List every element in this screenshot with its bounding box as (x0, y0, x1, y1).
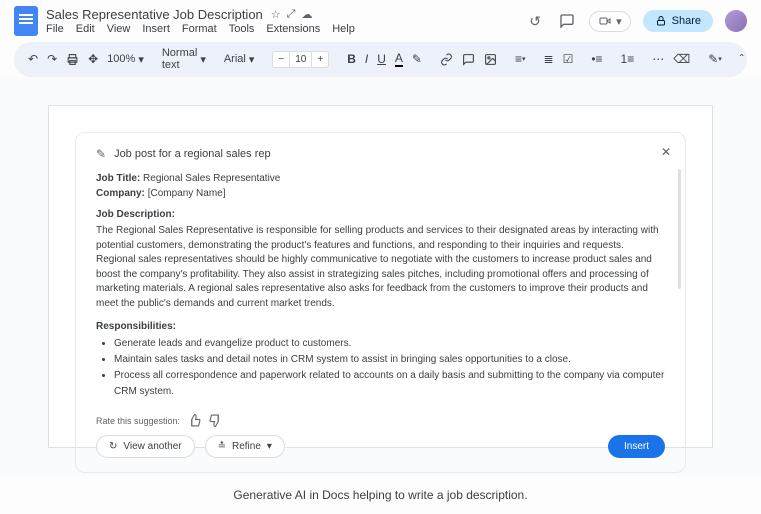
decrease-icon[interactable]: − (273, 52, 289, 67)
pencil-icon: ✎ (96, 147, 106, 161)
responsibilities-label: Responsibilities: (96, 321, 665, 332)
history-icon[interactable]: ↺ (525, 11, 545, 31)
menu-help[interactable]: Help (332, 23, 355, 35)
comments-icon[interactable] (557, 11, 577, 31)
bullet-list-icon[interactable]: •≡ (591, 50, 602, 68)
list-item: Process all correspondence and paperwork… (114, 368, 665, 400)
chevron-down-icon: ▾ (616, 15, 622, 28)
scrollbar[interactable] (678, 169, 681, 289)
job-description-label: Job Description: (96, 209, 665, 220)
menu-edit[interactable]: Edit (76, 23, 95, 35)
highlight-icon[interactable]: ✎ (412, 50, 422, 68)
bold-icon[interactable]: B (347, 50, 356, 68)
refine-button[interactable]: ≛ Refine ▾ (205, 435, 285, 458)
font-size-value[interactable]: 10 (289, 52, 312, 67)
document-title[interactable]: Sales Representative Job Description (46, 7, 263, 22)
job-title-value: Regional Sales Representative (143, 173, 280, 184)
numbered-list-icon[interactable]: 1≡ (621, 50, 635, 68)
menu-view[interactable]: View (107, 23, 131, 35)
font-dropdown[interactable]: Arial▾ (224, 53, 255, 66)
move-icon[interactable]: ⤢ (287, 8, 296, 21)
menu-extensions[interactable]: Extensions (266, 23, 320, 35)
thumbs-down-icon[interactable] (209, 414, 222, 427)
collapse-icon[interactable]: ˆ (740, 50, 744, 68)
chevron-down-icon: ▾ (267, 441, 272, 452)
clear-format-icon[interactable]: ⌫ (673, 50, 690, 68)
view-another-button[interactable]: ↻ View another (96, 435, 195, 458)
align-icon[interactable]: ≡▾ (515, 50, 526, 68)
caption-text: Generative AI in Docs helping to write a… (0, 476, 761, 514)
company-value: [Company Name] (148, 188, 226, 199)
paint-format-icon[interactable]: ✥ (88, 50, 98, 68)
meet-button[interactable]: ▾ (589, 11, 631, 32)
comment-icon[interactable] (462, 50, 475, 68)
share-button[interactable]: Share (643, 10, 713, 32)
style-dropdown[interactable]: Normal text▾ (162, 47, 206, 71)
menu-bar: File Edit View Insert Format Tools Exten… (46, 23, 517, 35)
star-icon[interactable]: ☆ (271, 8, 281, 21)
job-title-label: Job Title: (96, 173, 140, 184)
zoom-dropdown[interactable]: 100%▾ (107, 53, 144, 66)
ai-suggestion-card: ✕ ✎ Job post for a regional sales rep Jo… (75, 132, 686, 473)
job-description-body: The Regional Sales Representative is res… (96, 224, 665, 311)
print-icon[interactable] (66, 50, 79, 68)
cloud-status-icon[interactable]: ☁ (301, 8, 312, 21)
redo-icon[interactable]: ↷ (47, 50, 57, 68)
line-spacing-icon[interactable]: ≣ (544, 50, 554, 68)
more-icon[interactable]: ⋯ (652, 50, 664, 68)
thumbs-up-icon[interactable] (188, 414, 201, 427)
workspace: ✕ ✎ Job post for a regional sales rep Jo… (0, 77, 761, 476)
rate-label: Rate this suggestion: (96, 416, 180, 426)
ai-prompt-text: Job post for a regional sales rep (114, 148, 271, 160)
app-header: Sales Representative Job Description ☆ ⤢… (0, 0, 761, 38)
docs-logo-icon[interactable] (14, 6, 38, 36)
toolbar: ↶ ↷ ✥ 100%▾ Normal text▾ Arial▾ − 10 + B… (14, 42, 747, 77)
increase-icon[interactable]: + (312, 52, 328, 67)
checklist-icon[interactable]: ☑ (563, 50, 574, 68)
list-item: Maintain sales tasks and detail notes in… (114, 352, 665, 368)
tune-icon: ≛ (218, 441, 226, 452)
italic-icon[interactable]: I (365, 50, 368, 68)
insert-button[interactable]: Insert (608, 435, 665, 458)
list-item: Generate leads and evangelize product to… (114, 336, 665, 352)
responsibilities-list: Generate leads and evangelize product to… (96, 336, 665, 400)
share-label: Share (672, 15, 701, 27)
company-label: Company: (96, 188, 145, 199)
close-icon[interactable]: ✕ (661, 145, 671, 159)
text-color-icon[interactable]: A (395, 50, 403, 68)
underline-icon[interactable]: U (377, 50, 386, 68)
avatar[interactable] (725, 10, 747, 32)
link-icon[interactable] (440, 50, 453, 68)
menu-tools[interactable]: Tools (229, 23, 255, 35)
menu-file[interactable]: File (46, 23, 64, 35)
document-page[interactable]: ✕ ✎ Job post for a regional sales rep Jo… (48, 105, 713, 448)
refresh-icon: ↻ (109, 441, 117, 452)
menu-insert[interactable]: Insert (142, 23, 170, 35)
image-icon[interactable] (484, 50, 497, 68)
font-size-stepper[interactable]: − 10 + (272, 51, 329, 68)
undo-icon[interactable]: ↶ (28, 50, 38, 68)
editing-mode-icon[interactable]: ✎▾ (708, 50, 722, 68)
menu-format[interactable]: Format (182, 23, 217, 35)
